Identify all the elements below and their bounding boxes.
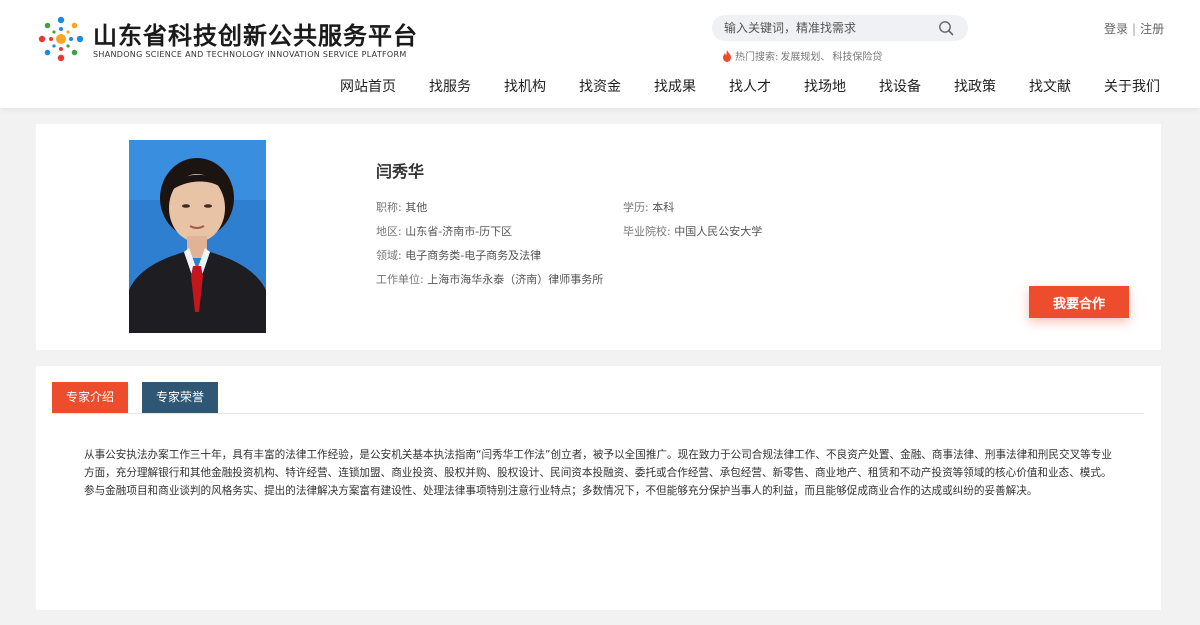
cooperate-button[interactable]: 我要合作 [1029,286,1129,318]
nav-item-about[interactable]: 关于我们 [1104,76,1160,96]
region-field: 地区: 山东省-济南市-历下区 [376,223,512,239]
nav-item-equipment[interactable]: 找设备 [879,76,921,96]
title-field: 职称: 其他 [376,199,427,215]
search-icon[interactable] [938,20,954,36]
region-label: 地区: [376,225,402,238]
employer-label: 工作单位: [376,273,424,286]
hot-search: 热门搜索: 发展规划、 科技保险贷 [722,48,882,63]
domain-label: 领域: [376,249,402,262]
site-title[interactable]: 山东省科技创新公共服务平台 [93,16,418,51]
domain-value: 电子商务类-电子商务及法律 [405,249,542,262]
flame-icon [723,49,731,62]
nav-item-policy[interactable]: 找政策 [954,76,996,96]
auth-separator: | [1132,22,1137,36]
domain-field: 领域: 电子商务类-电子商务及法律 [376,247,541,263]
register-link[interactable]: 注册 [1140,22,1164,36]
education-field: 学历: 本科 [623,199,674,215]
search-box [712,15,968,41]
search-input[interactable] [724,15,934,41]
hot-search-link[interactable]: 发展规划、 [780,48,830,63]
school-value: 中国人民公安大学 [674,225,763,238]
expert-name: 闫秀华 [376,162,425,181]
title-value: 其他 [405,201,428,214]
expert-photo [129,140,266,333]
login-link[interactable]: 登录 [1104,22,1128,36]
nav-item-literature[interactable]: 找文献 [1029,76,1071,96]
auth-links: 登录 | 注册 [1104,20,1164,37]
nav-item-institutions[interactable]: 找机构 [504,76,546,96]
tab-honors[interactable]: 专家荣誉 [142,382,218,413]
nav-item-venues[interactable]: 找场地 [804,76,846,96]
region-value: 山东省-济南市-历下区 [405,225,513,238]
hot-search-label: 热门搜索: [735,52,779,63]
hot-search-link[interactable]: 科技保险贷 [832,48,882,63]
school-label: 毕业院校: [623,225,671,238]
education-label: 学历: [623,201,649,214]
employer-field: 工作单位: 上海市海华永泰（济南）律师事务所 [376,271,603,287]
expert-profile-card: 闫秀华 职称: 其他 学历: 本科 地区: 山东省-济南市-历下区 毕业院校: … [36,124,1161,350]
detail-tabs: 专家介绍 专家荣誉 [52,382,1144,414]
education-value: 本科 [652,201,675,214]
site-title-en: SHANDONG SCIENCE AND TECHNOLOGY INNOVATI… [93,50,407,59]
main-nav: 网站首页 找服务 找机构 找资金 找成果 找人才 找场地 找设备 找政策 找文献… [307,76,1160,96]
title-label: 职称: [376,201,402,214]
tab-introduction[interactable]: 专家介绍 [52,382,128,413]
nav-item-achievements[interactable]: 找成果 [654,76,696,96]
nav-item-services[interactable]: 找服务 [429,76,471,96]
nav-item-talent[interactable]: 找人才 [729,76,771,96]
site-header: 山东省科技创新公共服务平台 SHANDONG SCIENCE AND TECHN… [0,0,1200,108]
school-field: 毕业院校: 中国人民公安大学 [623,223,762,239]
nav-item-funding[interactable]: 找资金 [579,76,621,96]
expert-description: 从事公安执法办案工作三十年，具有丰富的法律工作经验，是公安机关基本执法指南“闫秀… [84,449,1112,497]
logo-icon[interactable] [36,14,86,64]
nav-item-home[interactable]: 网站首页 [340,76,396,96]
employer-value: 上海市海华永泰（济南）律师事务所 [427,273,604,286]
expert-detail-card: 专家介绍 专家荣誉 从事公安执法办案工作三十年，具有丰富的法律工作经验，是公安机… [36,366,1161,610]
